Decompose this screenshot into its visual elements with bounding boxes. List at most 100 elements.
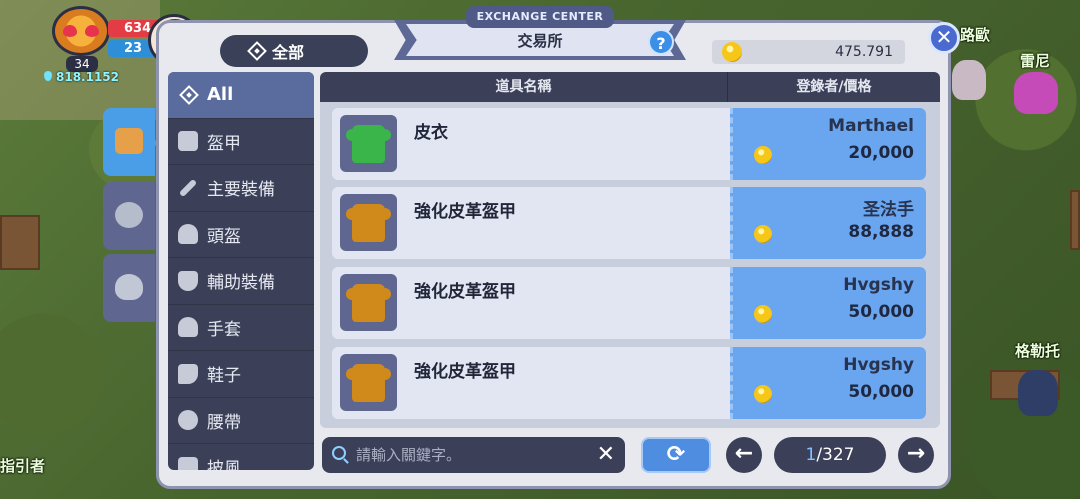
category-label: 輔助裝備 [207,273,275,294]
column-seller-price: 登錄者/價格 [796,79,872,95]
table-row[interactable]: 強化皮革盔甲 Hvgshy 50,000 [332,347,926,419]
gold-coin-icon [754,146,772,164]
gold-value: 475.791 [835,44,893,60]
listing-table: 道具名稱 登錄者/價格 皮衣 Marthael 20,000 強化皮革盔甲 圣法… [320,72,940,428]
money-bag-icon [115,274,143,300]
leather-armor-icon [346,284,391,322]
gold-coin-icon [754,305,772,323]
category-label: 主要裝備 [207,180,275,201]
category-filter-button[interactable]: 全部 [220,35,368,67]
search-input[interactable]: 請輸入關鍵字。 ✕ [322,437,625,473]
filter-label: 全部 [272,43,305,62]
avatar-eye [85,25,99,37]
category-item-armor[interactable]: 盔甲 [168,119,314,165]
gold-balance: 475.791 [712,40,905,64]
all-diamond-icon [179,84,199,105]
item-icon-slot [340,354,397,411]
column-item-name: 道具名稱 [320,72,728,102]
npc-sprite[interactable] [952,60,986,100]
item-name: 強化皮革盔甲 [414,202,516,222]
armor-icon [178,131,198,152]
tab-sales[interactable] [103,254,155,322]
search-icon [332,446,346,460]
cape-icon [178,456,198,470]
npc-sprite[interactable] [1018,370,1058,416]
category-label: 盔甲 [207,133,241,154]
sword-icon [178,178,198,197]
gold-coin-icon [722,42,742,62]
item-name: 強化皮革盔甲 [414,282,516,302]
category-item-sub-equipment[interactable]: 輔助裝備 [168,258,314,305]
category-item-shoes[interactable]: 鞋子 [168,351,314,398]
table-row[interactable]: 強化皮革盔甲 圣法手 88,888 [332,187,926,259]
gem-counter: 818.1152 [44,70,119,84]
gem-icon [44,71,52,81]
npc-name-label: 格勒托 [1015,342,1061,360]
table-row[interactable]: 皮衣 Marthael 20,000 [332,108,926,180]
gold-coin-icon [754,385,772,403]
door-tile [1070,190,1080,250]
total-pages: /327 [816,445,855,465]
next-page-button[interactable]: → [898,437,934,473]
player-pet-avatar[interactable] [52,6,110,56]
header-eng-title: EXCHANGE CENTER [466,6,614,28]
category-item-all[interactable]: All [168,72,314,119]
seller-name: 圣法手 [863,200,914,220]
exchange-arrows-icon [115,202,143,228]
prev-page-button[interactable]: ← [726,437,762,473]
item-price: 20,000 [848,143,914,163]
tab-exchange[interactable] [103,182,155,250]
category-label: 頭盔 [207,226,241,247]
box-icon [115,128,143,154]
item-name: 強化皮革盔甲 [414,362,516,382]
category-item-cape[interactable]: 披風 [168,444,314,470]
avatar-eye [63,25,77,37]
crate-tile [0,215,40,270]
npc-name-label: 指引者 [0,457,46,475]
category-label: 手套 [207,319,241,340]
help-button[interactable]: ? [648,29,674,55]
leather-shirt-icon [346,125,391,163]
category-item-belt[interactable]: 腰帶 [168,398,314,444]
clear-search-icon[interactable]: ✕ [597,437,615,473]
category-label: 鞋子 [207,366,241,387]
seller-name: Marthael [828,116,914,136]
item-price: 50,000 [848,302,914,322]
item-name: 皮衣 [414,123,448,143]
gold-coin-icon [754,225,772,243]
category-label: 披風 [207,459,241,470]
search-placeholder: 請輸入關鍵字。 [356,446,462,464]
boot-icon [178,363,198,384]
current-page: 1 [805,445,817,465]
page-indicator: 1/327 [774,437,886,473]
npc-name-label: 路歐 [960,26,991,44]
table-header: 道具名稱 登錄者/價格 [320,72,940,102]
refresh-button[interactable]: ⟳ [641,437,711,473]
item-price: 50,000 [848,382,914,402]
close-button[interactable]: ✕ [928,22,960,54]
category-item-main-weapon[interactable]: 主要裝備 [168,165,314,212]
category-label: 腰帶 [207,412,241,433]
leather-armor-icon [346,364,391,402]
item-price: 88,888 [848,222,914,242]
seller-name: Hvgshy [843,355,914,375]
item-icon-slot [340,194,397,251]
category-item-gloves[interactable]: 手套 [168,305,314,351]
gem-value: 818.1152 [56,70,120,84]
npc-sprite[interactable] [1014,72,1058,114]
tab-buy[interactable] [103,108,155,176]
glove-icon [178,317,198,338]
diamond-icon [247,41,267,61]
item-icon-slot [340,115,397,172]
seller-name: Hvgshy [843,275,914,295]
category-item-helmet[interactable]: 頭盔 [168,212,314,258]
leather-armor-icon [346,204,391,242]
belt-icon [178,410,198,431]
shield-icon [178,270,198,291]
category-label: All [207,84,234,106]
panel-header: EXCHANGE CENTER 交易所 [394,4,686,64]
page-title: 交易所 [517,32,563,50]
npc-name-label: 雷尼 [1020,52,1051,70]
item-icon-slot [340,274,397,331]
table-row[interactable]: 強化皮革盔甲 Hvgshy 50,000 [332,267,926,339]
